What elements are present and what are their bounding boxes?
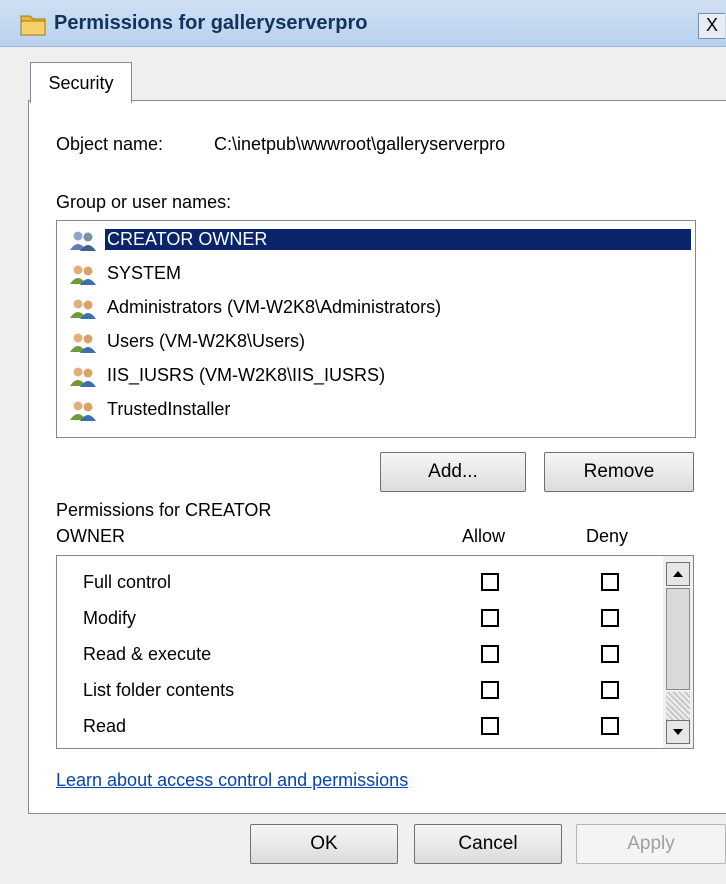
permissions-label-cont: OWNER <box>56 526 125 546</box>
group-user-list[interactable]: CREATOR OWNER SYSTEM Administrators (VM-… <box>56 220 696 438</box>
permission-row: Modify <box>57 600 657 636</box>
list-item[interactable]: TrustedInstaller <box>63 393 691 427</box>
users-icon <box>70 299 96 319</box>
scroll-up-button[interactable] <box>666 562 690 586</box>
list-item[interactable]: IIS_IUSRS (VM-W2K8\IIS_IUSRS) <box>63 359 691 393</box>
permission-name: Modify <box>83 608 137 628</box>
list-item-label: Administrators (VM-W2K8\Administrators) <box>107 297 442 317</box>
list-item-label: CREATOR OWNER <box>105 229 691 250</box>
scrollbar-track[interactable] <box>666 692 690 720</box>
users-icon <box>70 265 96 285</box>
tab-security[interactable]: Security <box>30 62 132 103</box>
permission-name: List folder contents <box>83 680 235 700</box>
users-icon <box>70 367 96 387</box>
remove-button[interactable]: Remove <box>544 452 694 492</box>
permission-row: Read & execute <box>57 636 657 672</box>
apply-button[interactable]: Apply <box>576 824 726 864</box>
list-item[interactable]: Administrators (VM-W2K8\Administrators) <box>63 291 691 325</box>
permission-name: Read & execute <box>83 644 212 664</box>
list-item-label: Users (VM-W2K8\Users) <box>107 331 306 351</box>
object-name-label: Object name: <box>56 134 164 154</box>
allow-checkbox[interactable] <box>481 609 499 627</box>
list-item[interactable]: CREATOR OWNER <box>63 223 691 257</box>
deny-checkbox[interactable] <box>601 681 619 699</box>
list-item[interactable]: SYSTEM <box>63 257 691 291</box>
list-item-label: IIS_IUSRS (VM-W2K8\IIS_IUSRS) <box>107 365 386 385</box>
permissions-scrollbar[interactable] <box>663 556 693 748</box>
folder-icon <box>20 15 46 36</box>
users-icon <box>70 333 96 353</box>
deny-checkbox[interactable] <box>601 573 619 591</box>
deny-checkbox[interactable] <box>601 609 619 627</box>
allow-column-header: Allow <box>462 526 506 546</box>
list-item-label: TrustedInstaller <box>107 399 231 419</box>
chevron-down-icon <box>673 729 683 735</box>
allow-checkbox[interactable] <box>481 681 499 699</box>
group-list-label: Group or user names: <box>56 192 232 212</box>
cancel-button[interactable]: Cancel <box>414 824 562 864</box>
window-title: Permissions for galleryserverpro <box>54 12 368 34</box>
object-name-value: C:\inetpub\wwwroot\galleryserverpro <box>214 134 506 154</box>
ok-button[interactable]: OK <box>250 824 398 864</box>
permission-row: Full control <box>57 564 657 600</box>
users-icon <box>70 231 96 251</box>
close-button[interactable]: X <box>698 13 725 39</box>
allow-checkbox[interactable] <box>481 573 499 591</box>
allow-checkbox[interactable] <box>481 717 499 735</box>
scroll-down-button[interactable] <box>666 720 690 744</box>
users-icon <box>70 401 96 421</box>
permissions-label: Permissions for CREATOR <box>56 500 272 520</box>
list-item-label: SYSTEM <box>107 263 182 283</box>
list-item[interactable]: Users (VM-W2K8\Users) <box>63 325 691 359</box>
permission-row: Read <box>57 708 657 744</box>
title-bar[interactable]: Permissions for galleryserverpro X <box>0 0 726 47</box>
permission-name: Read <box>83 716 127 736</box>
allow-checkbox[interactable] <box>481 645 499 663</box>
add-button[interactable]: Add... <box>380 452 526 492</box>
permission-name: Full control <box>83 572 172 592</box>
permission-row: List folder contents <box>57 672 657 708</box>
scrollbar-thumb[interactable] <box>666 588 690 690</box>
learn-more-link[interactable]: Learn about access control and permissio… <box>56 770 408 791</box>
deny-column-header: Deny <box>586 526 629 546</box>
deny-checkbox[interactable] <box>601 717 619 735</box>
chevron-up-icon <box>673 571 683 577</box>
deny-checkbox[interactable] <box>601 645 619 663</box>
permissions-list[interactable]: Full control Modify Read & execute List … <box>56 555 694 749</box>
